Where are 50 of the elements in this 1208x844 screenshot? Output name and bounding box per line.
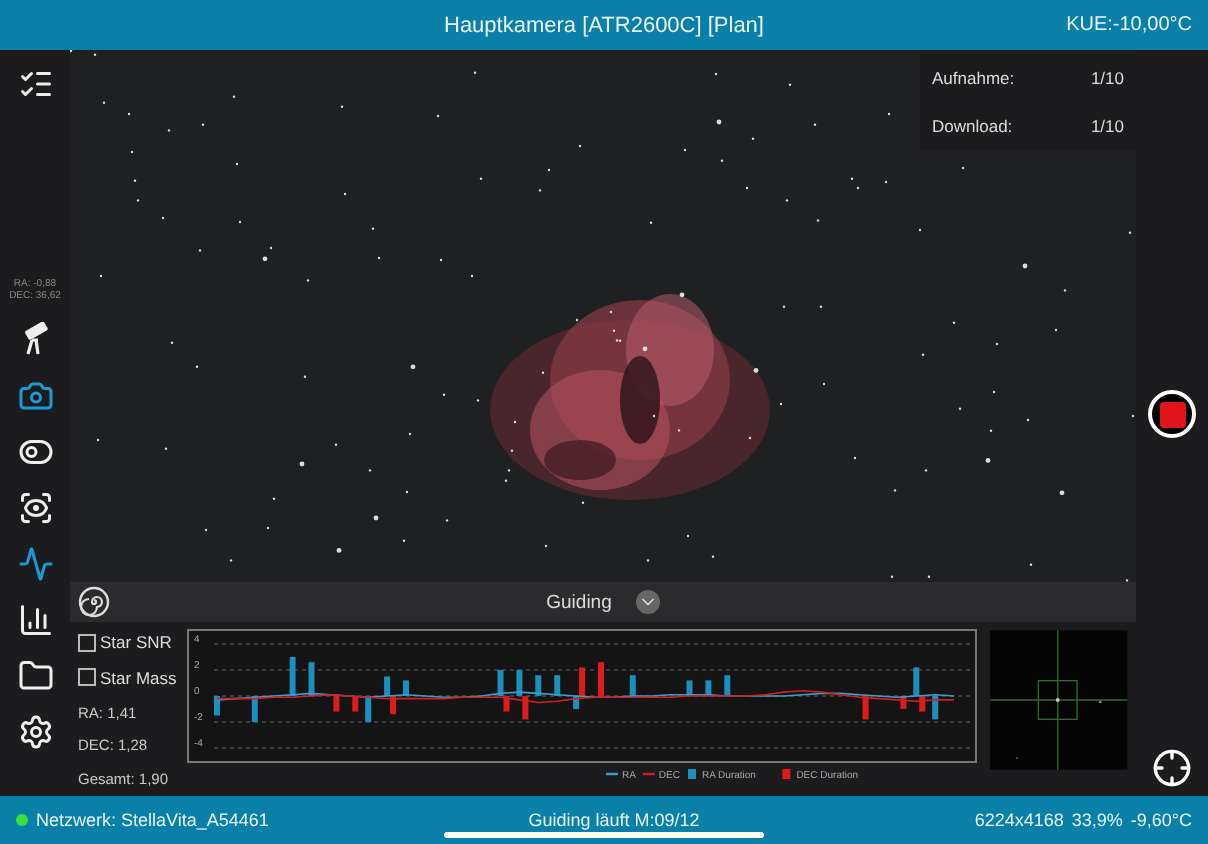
window-title: Hauptkamera [ATR2600C] [Plan]	[444, 13, 764, 37]
legend-swatch	[688, 769, 697, 780]
duration-bar	[403, 680, 410, 697]
focus-icon	[17, 490, 53, 526]
spiral-icon[interactable]	[78, 586, 110, 619]
duration-bar	[334, 696, 341, 712]
panel-title: Guiding	[546, 591, 612, 614]
duration-bar	[535, 675, 542, 697]
duration-bar	[290, 657, 297, 697]
stop-icon	[1159, 401, 1185, 427]
crosshair-icon	[1152, 748, 1192, 788]
folder-icon	[17, 658, 53, 694]
duration-bar	[252, 696, 259, 723]
progress-label: Download:	[932, 116, 1013, 136]
camera-icon	[17, 378, 53, 414]
bar-chart-icon	[17, 602, 53, 638]
duration-bar	[932, 696, 939, 720]
duration-bar	[554, 675, 561, 697]
checkbox[interactable]	[78, 633, 96, 652]
duration-bar	[630, 675, 637, 697]
crosshair-button[interactable]	[1152, 748, 1192, 788]
duration-bar	[863, 696, 870, 720]
duration-bar	[706, 680, 713, 697]
record-button[interactable]	[1148, 390, 1196, 438]
duration-bar	[365, 696, 372, 723]
duration-bar	[309, 662, 316, 697]
checkbox[interactable]	[78, 668, 96, 687]
legend-swatch	[783, 769, 792, 780]
expand-button[interactable]	[635, 590, 660, 615]
progress-value: 1/10	[1090, 116, 1124, 136]
image-size: 6224x4168	[974, 810, 1064, 830]
checklist-icon	[17, 66, 53, 102]
storage-percent: 33,9%	[1071, 810, 1123, 830]
graph-icon	[17, 546, 53, 582]
duration-bar	[901, 696, 908, 710]
guiding-status: Guiding läuft M:09/12	[526, 810, 702, 830]
toggle-icon	[17, 434, 53, 470]
sensor-temperature: -9,60°C	[1130, 810, 1193, 830]
duration-bar	[687, 680, 694, 697]
checkbox-option[interactable]: Star SNR	[78, 632, 179, 653]
progress-value: 1/10	[1090, 68, 1124, 88]
checkbox-option[interactable]: Star Mass	[78, 667, 179, 688]
network-name: Netzwerk: StellaVita_A54461	[36, 810, 271, 830]
cooler-temperature: KUE:-10,00°C	[1066, 14, 1192, 36]
progress-label: Aufnahme:	[932, 68, 1015, 88]
duration-bar	[724, 675, 731, 697]
duration-bar	[598, 662, 605, 697]
settings-icon	[17, 714, 53, 750]
duration-bar	[352, 696, 359, 712]
duration-bar	[214, 696, 221, 716]
